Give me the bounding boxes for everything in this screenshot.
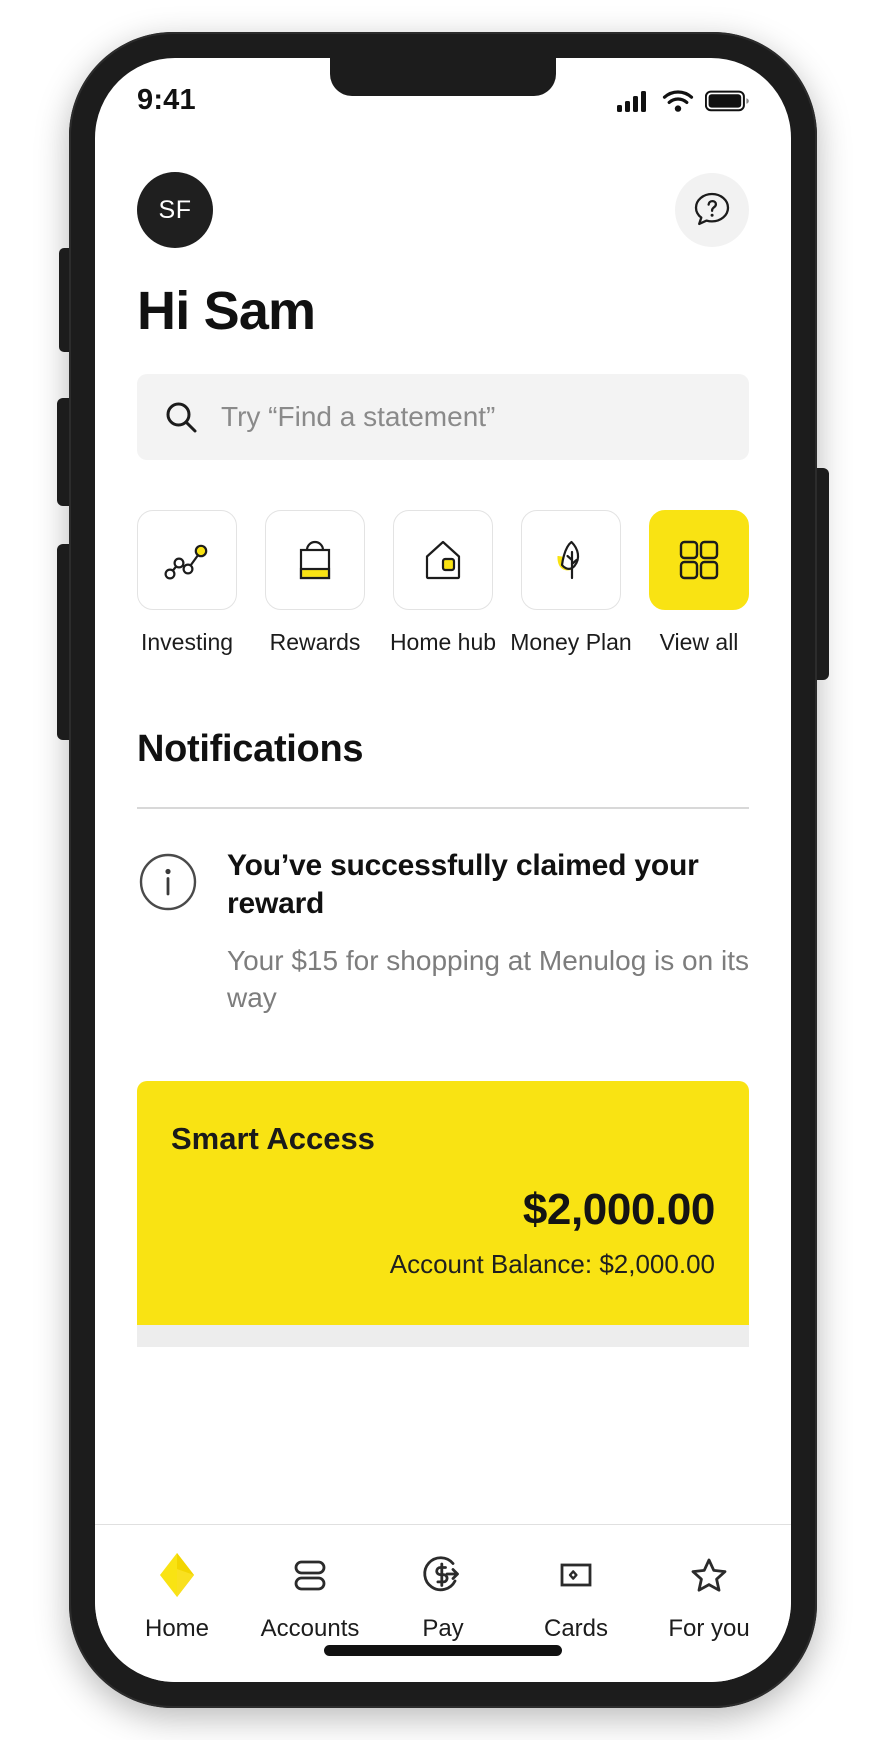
- quick-action-label: Investing: [140, 629, 234, 655]
- screenshot-stage: 9:41 SF Hi Sam Try “Find a statement” In…: [0, 0, 886, 1740]
- quick-actions-row: Investing Rewards Home hub Money Plan Vi…: [137, 510, 749, 656]
- account-available-amount: $2,000.00: [522, 1184, 716, 1234]
- section-divider: [137, 807, 749, 809]
- quick-action-tile[interactable]: [137, 510, 237, 610]
- quick-action-label: Rewards: [269, 629, 361, 655]
- display-notch: [330, 58, 556, 96]
- account-name: Smart Access: [171, 1120, 375, 1156]
- card-icon: [560, 1563, 592, 1587]
- shopping-bag-icon: [299, 540, 331, 580]
- quick-action-tile[interactable]: [393, 510, 493, 610]
- app-top-bar: SF: [137, 130, 749, 248]
- mute-switch-button[interactable]: [59, 248, 71, 352]
- notification-item[interactable]: You’ve successfully claimed your reward …: [137, 847, 749, 1017]
- diamond-logo-icon: [160, 1553, 194, 1597]
- tab-cards[interactable]: Cards: [520, 1547, 632, 1643]
- account-balance-line: Account Balance: $2,000.00: [389, 1248, 715, 1279]
- status-bar-icons: [617, 75, 749, 113]
- tab-label: For you: [668, 1615, 750, 1642]
- tab-pay[interactable]: Pay: [387, 1547, 499, 1643]
- quick-action-view-all[interactable]: View all: [649, 510, 749, 656]
- help-chat-bubble-icon: [694, 192, 730, 226]
- power-button[interactable]: [815, 468, 829, 680]
- account-card-smart-access[interactable]: Smart Access $2,000.00 Account Balance: …: [137, 1080, 749, 1325]
- star-icon: [691, 1558, 727, 1592]
- search-icon: [166, 402, 197, 433]
- scroll-content: SF Hi Sam Try “Find a statement” Investi…: [95, 130, 791, 1347]
- tab-for-you[interactable]: For you: [653, 1547, 765, 1643]
- cellular-signal-icon: [617, 91, 646, 112]
- notification-subtitle: Your $15 for shopping at Menulog is on i…: [227, 944, 749, 1013]
- tab-accounts[interactable]: Accounts: [254, 1547, 366, 1643]
- quick-action-tile[interactable]: [649, 510, 749, 610]
- leaf-icon: [557, 540, 580, 580]
- help-button[interactable]: [675, 173, 749, 247]
- page-title: Hi Sam: [137, 281, 316, 341]
- notification-title: You’ve successfully claimed your reward: [227, 849, 699, 920]
- quick-action-home-hub[interactable]: Home hub: [389, 510, 497, 656]
- phone-device-frame: 9:41 SF Hi Sam Try “Find a statement” In…: [57, 32, 829, 1708]
- stacked-bars-icon: [294, 1560, 326, 1591]
- phone-screen: 9:41 SF Hi Sam Try “Find a statement” In…: [95, 58, 791, 1682]
- home-indicator[interactable]: [324, 1645, 562, 1656]
- quick-action-label: View all: [659, 629, 739, 655]
- search-input[interactable]: Try “Find a statement”: [221, 401, 495, 433]
- info-circle-icon: [139, 853, 197, 911]
- tab-label: Home: [144, 1615, 210, 1642]
- app-content: SF Hi Sam Try “Find a statement” Investi…: [95, 130, 791, 1682]
- house-icon: [425, 540, 461, 580]
- volume-up-button[interactable]: [57, 398, 71, 506]
- quick-action-rewards[interactable]: Rewards: [265, 510, 365, 656]
- wifi-icon: [662, 90, 694, 112]
- tab-home[interactable]: Home: [121, 1547, 233, 1643]
- quick-action-money-plan[interactable]: Money Plan: [510, 510, 632, 656]
- search-bar[interactable]: Try “Find a statement”: [137, 374, 749, 460]
- quick-action-investing[interactable]: Investing: [137, 510, 237, 656]
- line-chart-icon: [164, 544, 208, 580]
- grid-icon: [679, 540, 719, 580]
- notification-body: You’ve successfully claimed your reward …: [227, 847, 749, 1017]
- bottom-tab-bar: Home Accounts Pay Cards For you: [95, 1524, 791, 1682]
- tab-label: Accounts: [260, 1615, 360, 1642]
- next-card-peek[interactable]: [137, 1324, 749, 1347]
- volume-down-button[interactable]: [57, 544, 71, 740]
- tab-label: Pay: [422, 1615, 464, 1642]
- battery-icon: [705, 90, 749, 112]
- avatar-initials: SF: [158, 195, 192, 224]
- quick-action-label: Home hub: [389, 629, 497, 655]
- dollar-arrow-icon: [423, 1556, 459, 1592]
- avatar[interactable]: SF: [137, 172, 213, 248]
- quick-action-label: Money Plan: [510, 629, 632, 655]
- notification-icon-wrap: [137, 847, 199, 1017]
- notifications-heading: Notifications: [137, 728, 364, 770]
- status-bar-clock: 9:41: [137, 83, 196, 116]
- tab-label: Cards: [543, 1615, 609, 1642]
- quick-action-tile[interactable]: [521, 510, 621, 610]
- quick-action-tile[interactable]: [265, 510, 365, 610]
